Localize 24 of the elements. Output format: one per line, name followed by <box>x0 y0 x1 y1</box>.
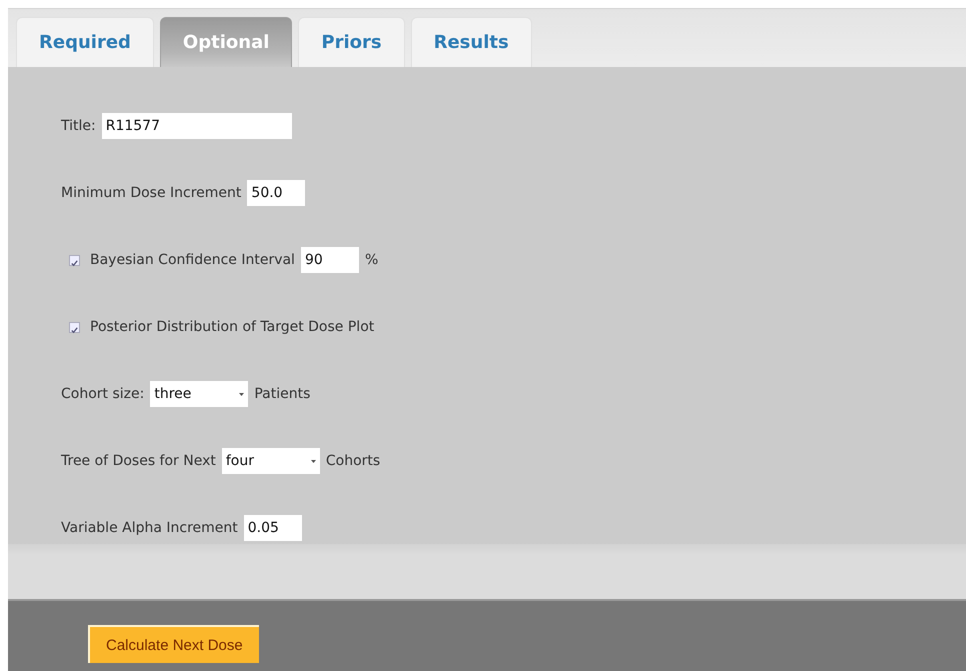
tab[interactable]: Priors <box>298 17 405 67</box>
checkbox[interactable] <box>69 254 80 266</box>
input-field[interactable]: 0.05 <box>244 515 302 541</box>
input-field[interactable]: 90 <box>300 247 359 273</box>
field-label: Cohort size: <box>61 386 144 402</box>
checkbox-label: Bayesian Confidence Interval <box>90 252 295 268</box>
input-field[interactable]: 50.0 <box>247 180 306 206</box>
unit-label: % <box>364 252 378 268</box>
field-label: Variable Alpha Increment <box>61 520 238 536</box>
dropdown[interactable]: four <box>222 448 320 474</box>
caret-icon <box>239 392 244 396</box>
tab[interactable]: Required <box>16 17 154 67</box>
field-label: Tree of Doses for Next <box>61 453 216 469</box>
unit-label: Cohorts <box>326 453 380 469</box>
checkbox[interactable] <box>69 322 80 332</box>
tab[interactable]: Results <box>410 17 532 67</box>
field-label: Minimum Dose Increment <box>61 185 242 201</box>
dropdown[interactable]: three <box>150 381 248 407</box>
input-field[interactable]: R11577 <box>102 113 292 139</box>
checkbox-label: Posterior Distribution of Target Dose Plot <box>90 319 374 335</box>
calculate-button[interactable]: Calculate Next Dose <box>88 625 259 663</box>
unit-label: Patients <box>254 386 310 402</box>
field-label: Title: <box>61 118 96 134</box>
caret-icon <box>310 460 316 462</box>
